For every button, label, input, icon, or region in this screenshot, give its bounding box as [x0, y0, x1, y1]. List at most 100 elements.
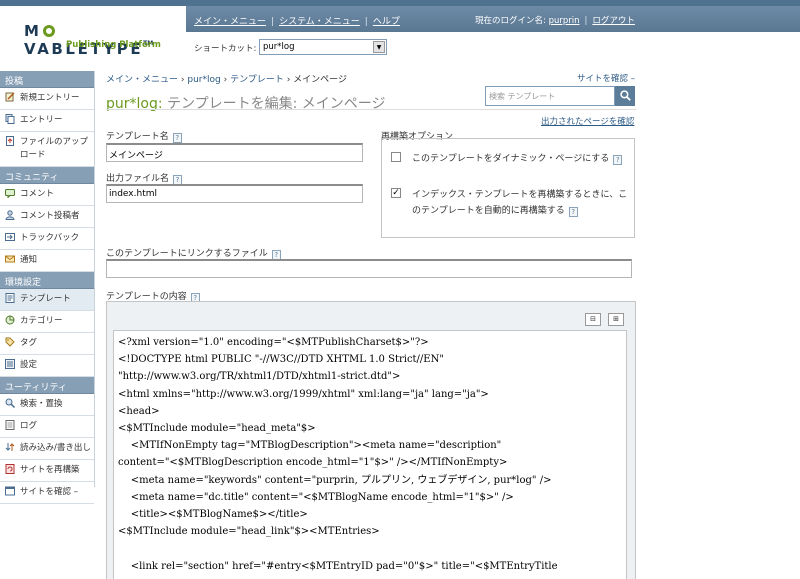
- sidebar-item-entries[interactable]: エントリー: [0, 110, 94, 132]
- sidebar-item-label: 読み込み/書き出し: [20, 443, 91, 453]
- dynamic-page-checkbox[interactable]: [391, 152, 401, 162]
- rebuild-with-index-label: インデックス・テンプレートを再構築するときに、このテンプレートを自動的に再構築す…: [412, 190, 628, 216]
- log-icon: [5, 420, 15, 430]
- sidebar-item-settings[interactable]: 設定: [0, 355, 94, 377]
- output-file-label-text: 出力ファイル名: [106, 174, 170, 184]
- output-file-label: 出力ファイル名?: [106, 171, 183, 185]
- output-file-field[interactable]: index.html: [106, 184, 363, 203]
- sidebar-item-label: 検索・置換: [20, 399, 63, 409]
- sidebar-section-settings: 環境設定: [0, 272, 94, 289]
- dynamic-page-option: このテンプレートをダイナミック・ページにする?: [412, 151, 634, 167]
- sidebar-item-trackbacks[interactable]: トラックバック: [0, 228, 94, 250]
- help-icon[interactable]: ?: [568, 207, 578, 217]
- logout-link[interactable]: ログアウト: [592, 16, 635, 26]
- template-body-textarea[interactable]: <?xml version="1.0" encoding="<$MTPublis…: [113, 330, 627, 579]
- commenter-icon: [5, 210, 15, 220]
- sidebar-item-label: ファイルのアップロード: [20, 137, 89, 160]
- sidebar-item-notifications[interactable]: 通知: [0, 250, 94, 272]
- nav-separator: |: [271, 17, 275, 27]
- breadcrumb-current: メインページ: [293, 75, 347, 85]
- nav-system-menu[interactable]: システム・メニュー: [279, 17, 360, 27]
- breadcrumb-main-menu[interactable]: メイン・メニュー: [106, 75, 178, 85]
- sidebar-item-label: タグ: [20, 338, 38, 348]
- sidebar-item-label: テンプレート: [20, 294, 71, 304]
- movabletype-logo[interactable]: MVABLETYPETM Publishing Platform: [24, 22, 174, 62]
- sidebar-item-label: サイトを再構築: [20, 465, 80, 475]
- notification-icon: [5, 255, 15, 263]
- sidebar-item-import-export[interactable]: 読み込み/書き出し: [0, 438, 94, 460]
- sidebar-item-label: サイトを確認 –: [20, 487, 78, 497]
- sidebar-item-label: 通知: [20, 255, 38, 265]
- linked-file-field[interactable]: [106, 259, 632, 278]
- nav-help[interactable]: ヘルプ: [373, 17, 400, 27]
- help-icon[interactable]: ?: [613, 155, 623, 165]
- search-replace-icon: [5, 398, 15, 408]
- nav-separator: |: [584, 16, 588, 26]
- view-published-page-link[interactable]: 出力されたページを確認: [541, 115, 634, 127]
- sidebar-item-upload[interactable]: ファイルのアップロード: [0, 132, 94, 167]
- search-input[interactable]: 検索 テンプレート: [485, 86, 615, 106]
- logo-o-icon: [42, 25, 55, 37]
- sidebar-item-search-replace[interactable]: 検索・置換: [0, 394, 94, 416]
- page-title: pur*log: テンプレートを編集: メインページ: [106, 93, 386, 113]
- sidebar-item-label: コメント投稿者: [20, 211, 80, 221]
- settings-icon: [5, 359, 15, 369]
- sidebar-item-commenters[interactable]: コメント投稿者: [0, 206, 94, 228]
- linked-file-label-text: このテンプレートにリンクするファイル: [106, 249, 268, 259]
- sidebar-item-rebuild[interactable]: サイトを再構築: [0, 460, 94, 482]
- sidebar-item-categories[interactable]: カテゴリー: [0, 311, 94, 333]
- tag-icon: [5, 337, 15, 347]
- rebuild-with-index-checkbox[interactable]: ✓: [391, 188, 401, 198]
- rebuild-options-box: このテンプレートをダイナミック・ページにする? ✓ インデックス・テンプレートを…: [381, 138, 635, 238]
- rebuild-with-index-option: インデックス・テンプレートを再構築するときに、このテンプレートを自動的に再構築す…: [412, 187, 634, 219]
- shortcut-select[interactable]: pur*log ▼: [259, 39, 387, 55]
- template-name-label-text: テンプレート名: [106, 132, 169, 142]
- search-button[interactable]: [615, 86, 635, 106]
- login-info: 現在のログイン名: purprin | ログアウト: [475, 14, 635, 26]
- sidebar-item-log[interactable]: ログ: [0, 416, 94, 438]
- import-export-icon: [5, 443, 15, 451]
- view-site-link[interactable]: サイトを確認 –: [577, 72, 635, 84]
- category-icon: [5, 315, 15, 325]
- sidebar-section-create: 投稿: [0, 71, 94, 88]
- sidebar-item-label: カテゴリー: [20, 316, 63, 326]
- breadcrumb-separator: ›: [223, 75, 228, 85]
- breadcrumb-blog[interactable]: pur*log: [187, 75, 220, 85]
- shortcut-select-value: pur*log: [263, 42, 295, 52]
- chevron-down-icon[interactable]: ▼: [373, 41, 385, 53]
- new-entry-icon: [5, 92, 15, 102]
- login-user-link[interactable]: purprin: [549, 16, 580, 26]
- shortcut-label: ショートカット:: [194, 44, 257, 54]
- login-prefix: 現在のログイン名:: [475, 16, 546, 26]
- sidebar-item-new-entry[interactable]: 新規エントリー: [0, 88, 94, 110]
- template-name-label: テンプレート名?: [106, 129, 182, 143]
- sidebar-item-tags[interactable]: タグ: [0, 333, 94, 355]
- global-nav: メイン・メニュー | システム・メニュー | ヘルプ: [194, 14, 400, 27]
- shrink-editor-icon[interactable]: ⊟: [585, 313, 601, 326]
- upload-file-icon: [6, 136, 14, 146]
- breadcrumb-templates[interactable]: テンプレート: [230, 75, 284, 85]
- rebuild-icon: [5, 464, 15, 474]
- help-icon[interactable]: ?: [172, 133, 182, 143]
- expand-editor-icon[interactable]: ⊞: [608, 313, 624, 326]
- breadcrumb: メイン・メニュー › pur*log › テンプレート › メインページ: [106, 72, 347, 85]
- logo-subtitle: Publishing Platform: [66, 40, 161, 50]
- app-header: メイン・メニュー | システム・メニュー | ヘルプ 現在のログイン名: purprin…: [0, 0, 800, 67]
- sidebar-section-utilities: ユーティリティ: [0, 377, 94, 394]
- sidebar-item-label: トラックバック: [20, 233, 80, 243]
- sidebar-item-label: 設定: [20, 360, 38, 370]
- template-body-panel: ⊟ ⊞ <?xml version="1.0" encoding="<$MTPu…: [106, 301, 636, 579]
- sidebar: 投稿 新規エントリー エントリー ファイルのアップロード コミュニティ コメント…: [0, 71, 95, 504]
- title-divider: [106, 109, 636, 110]
- sidebar-item-view-site[interactable]: サイトを確認 –: [0, 482, 94, 504]
- sidebar-item-label: コメント: [20, 189, 55, 199]
- sidebar-item-comments[interactable]: コメント: [0, 184, 94, 206]
- breadcrumb-separator: ›: [180, 75, 185, 85]
- template-name-field[interactable]: メインページ: [106, 143, 363, 162]
- search-icon: [619, 90, 631, 101]
- breadcrumb-separator: ›: [286, 75, 291, 85]
- sidebar-item-templates[interactable]: テンプレート: [0, 289, 94, 311]
- sidebar-item-label: ログ: [20, 421, 38, 431]
- nav-main-menu[interactable]: メイン・メニュー: [194, 17, 266, 27]
- view-site-icon: [5, 486, 15, 496]
